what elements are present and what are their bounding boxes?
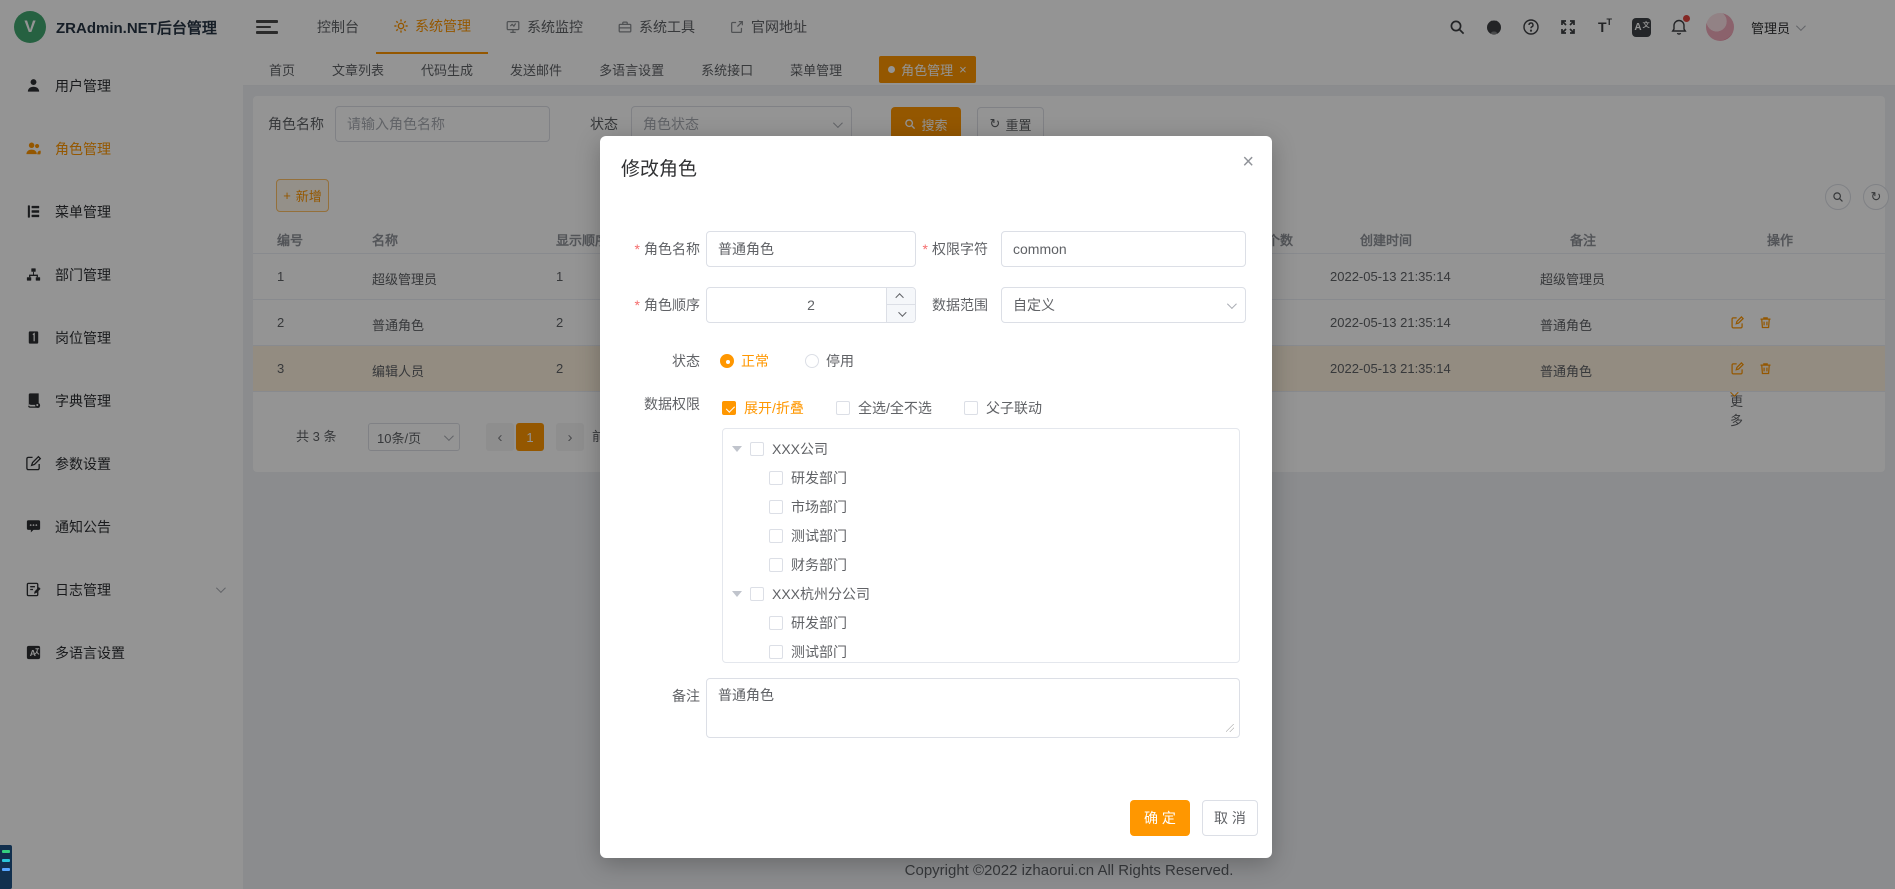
data-scope-select[interactable]: 自定义 [1001, 287, 1246, 323]
chevron-down-icon [1227, 299, 1237, 309]
required-mark: * [635, 241, 640, 257]
caret-down-icon[interactable] [732, 591, 742, 597]
checkbox-icon [964, 401, 978, 415]
checkbox-icon[interactable] [769, 616, 783, 630]
tree-node-label: XXX公司 [772, 439, 828, 459]
radio-icon [720, 354, 734, 368]
tree-node-label: 市场部门 [791, 497, 847, 517]
caret-down-icon[interactable] [732, 446, 742, 452]
tree-node-label: 研发部门 [791, 468, 847, 488]
tree-node[interactable]: XXX杭州分公司 [723, 579, 1239, 608]
checkbox-label: 全选/全不选 [858, 398, 932, 418]
role-order-field-label: *角色顺序 [600, 287, 700, 323]
dialog-close-icon[interactable]: × [1242, 152, 1254, 172]
tree-node[interactable]: XXX公司 [723, 434, 1239, 463]
tree-node[interactable]: 研发部门 [723, 608, 1239, 637]
status-radio-disabled[interactable]: 停用 [805, 343, 854, 379]
role-order-stepper [706, 287, 916, 323]
status-radio-normal[interactable]: 正常 [720, 343, 769, 379]
tree-node-label: 财务部门 [791, 555, 847, 575]
tree-node[interactable]: 财务部门 [723, 550, 1239, 579]
status-field-label: 状态 [600, 343, 700, 379]
radio-icon [805, 354, 819, 368]
tree-node[interactable]: 测试部门 [723, 521, 1239, 550]
role-key-field-label: *权限字符 [888, 231, 988, 267]
confirm-button[interactable]: 确 定 [1130, 800, 1190, 836]
checkbox-icon [722, 401, 736, 415]
dialog-title: 修改角色 [621, 154, 697, 181]
checkbox-icon[interactable] [769, 529, 783, 543]
role-name-field-label: *角色名称 [600, 231, 700, 267]
tree-node-label: XXX杭州分公司 [772, 584, 870, 604]
corner-widget[interactable] [0, 845, 12, 889]
checkbox-icon [836, 401, 850, 415]
checkbox-icon[interactable] [769, 645, 783, 659]
checkbox-label: 展开/折叠 [744, 398, 804, 418]
tree-node[interactable]: 市场部门 [723, 492, 1239, 521]
tree-node[interactable]: 研发部门 [723, 463, 1239, 492]
tree-node-label: 测试部门 [791, 642, 847, 662]
role-name-input[interactable] [706, 231, 916, 267]
app-window: V ZRAdmin.NET后台管理 控制台 系统管理 系统监控 系统工具 官网地 [0, 0, 1895, 889]
cancel-button[interactable]: 取 消 [1202, 800, 1258, 836]
tree-node-label: 测试部门 [791, 526, 847, 546]
required-mark: * [635, 297, 640, 313]
data-scope-field-label: 数据范围 [888, 287, 988, 323]
checkbox-icon[interactable] [750, 442, 764, 456]
tree-node-label: 研发部门 [791, 613, 847, 633]
role-order-input[interactable] [707, 288, 915, 322]
role-key-input[interactable] [1001, 231, 1246, 267]
checkbox-icon[interactable] [769, 471, 783, 485]
tree-node[interactable]: 测试部门 [723, 637, 1239, 663]
data-permission-field-label: 数据权限 [600, 390, 700, 414]
remark-field-label: 备注 [600, 678, 700, 714]
checkbox-icon[interactable] [769, 500, 783, 514]
remark-textarea[interactable]: 普通角色 [706, 678, 1240, 738]
data-scope-value: 自定义 [1013, 295, 1055, 315]
edit-role-dialog: 修改角色 × *角色名称 *权限字符 *角色顺序 数据范围 自定义 [600, 136, 1272, 858]
required-mark: * [923, 241, 928, 257]
checkbox-label: 父子联动 [986, 398, 1042, 418]
radio-label: 正常 [741, 351, 769, 371]
radio-label: 停用 [826, 351, 854, 371]
parent-child-link-checkbox[interactable]: 父子联动 [964, 398, 1042, 418]
select-all-checkbox[interactable]: 全选/全不选 [836, 398, 932, 418]
expand-collapse-checkbox[interactable]: 展开/折叠 [722, 398, 804, 418]
checkbox-icon[interactable] [769, 558, 783, 572]
checkbox-icon[interactable] [750, 587, 764, 601]
department-tree: XXX公司 研发部门 市场部门 测试部门 财务部门 XXX杭州分公司 [722, 428, 1240, 663]
